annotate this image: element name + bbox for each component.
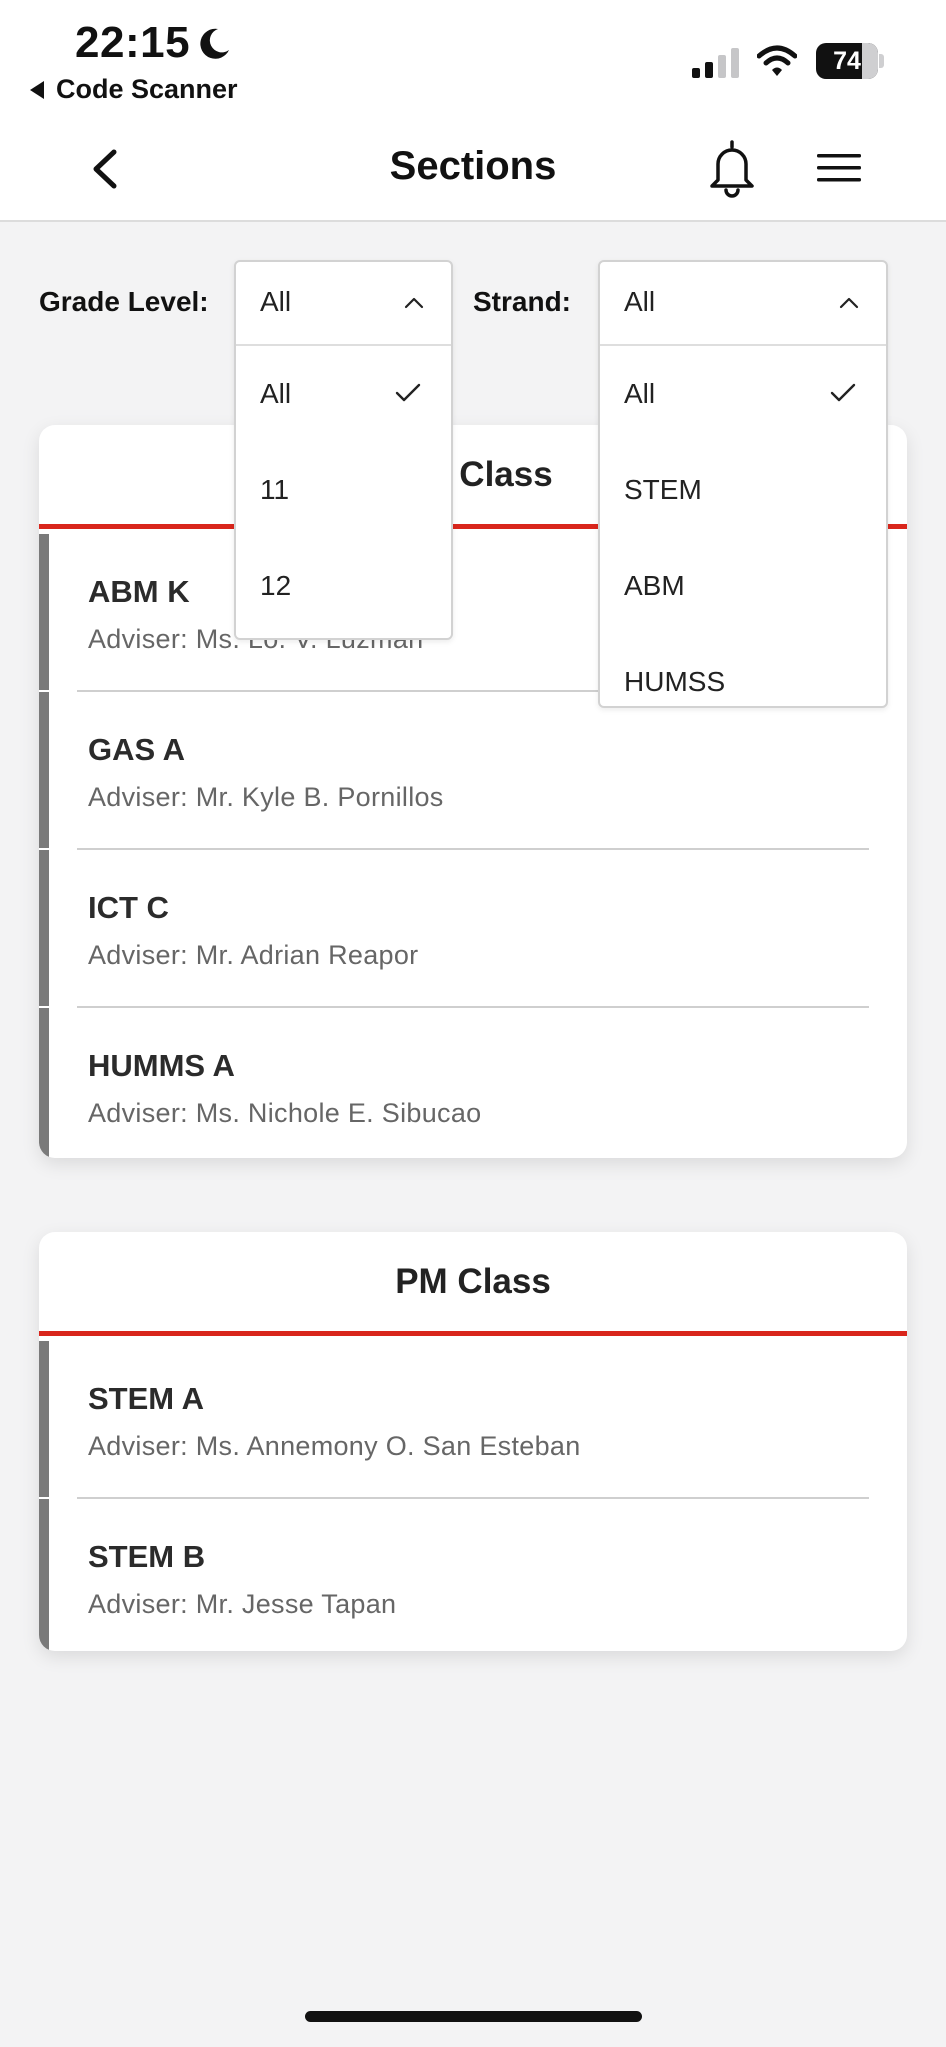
strand-option-abm[interactable]: ABM — [600, 538, 886, 634]
pm-class-card: PM Class STEM A Adviser: Ms. Annemony O.… — [39, 1232, 907, 1651]
section-name: ABM K — [88, 574, 190, 609]
strand-option-humss[interactable]: HUMSS — [600, 634, 886, 706]
status-time: 22:15 — [75, 18, 191, 67]
checkmark-icon — [395, 383, 421, 402]
section-adviser: Adviser: Mr. Jesse Tapan — [88, 1589, 397, 1619]
strand-select[interactable]: All — [600, 262, 886, 346]
section-adviser: Adviser: Ms. Nichole E. Sibucao — [88, 1098, 482, 1128]
strand-option-stem[interactable]: STEM — [600, 442, 886, 538]
pm-class-title: PM Class — [395, 1262, 551, 1301]
section-row-humms-a[interactable]: HUMMS A Adviser: Ms. Nichole E. Sibucao — [39, 1008, 907, 1158]
section-adviser: Adviser: Mr. Adrian Reapor — [88, 940, 419, 970]
section-row-gas-a[interactable]: GAS A Adviser: Mr. Kyle B. Pornillos — [39, 692, 907, 850]
checkmark-icon — [830, 383, 856, 402]
grade-level-label: Grade Level: — [39, 286, 209, 317]
section-name: STEM A — [88, 1381, 204, 1416]
section-name: GAS A — [88, 732, 186, 767]
hamburger-menu-icon[interactable] — [815, 148, 863, 188]
grade-option-11[interactable]: 11 — [236, 442, 451, 538]
nav-bar: Sections — [0, 120, 946, 222]
grade-level-select[interactable]: All — [236, 262, 451, 346]
section-row-stem-b[interactable]: STEM B Adviser: Mr. Jesse Tapan — [39, 1499, 907, 1651]
grade-option-all[interactable]: All — [236, 346, 451, 442]
cellular-signal-icon — [692, 48, 739, 78]
section-row-ict-c[interactable]: ICT C Adviser: Mr. Adrian Reapor — [39, 850, 907, 1008]
battery-icon: 74 — [816, 43, 884, 79]
section-name: ICT C — [88, 890, 169, 925]
back-chevron-icon[interactable] — [82, 144, 132, 194]
grade-level-dropdown[interactable]: All All 11 12 — [234, 260, 453, 640]
battery-level: 74 — [833, 47, 861, 75]
pm-class-header: PM Class — [39, 1232, 907, 1336]
strand-option-all[interactable]: All — [600, 346, 886, 442]
back-to-app-link[interactable]: Code Scanner — [30, 74, 238, 105]
home-indicator[interactable] — [305, 2011, 642, 2022]
moon-icon — [200, 28, 229, 59]
strand-label: Strand: — [473, 286, 571, 317]
chevron-up-icon — [839, 297, 859, 309]
section-name: HUMMS A — [88, 1048, 235, 1083]
section-adviser: Adviser: Ms. Annemony O. San Esteban — [88, 1431, 581, 1461]
bell-icon[interactable] — [706, 138, 758, 198]
grade-option-12[interactable]: 12 — [236, 538, 451, 634]
section-adviser: Adviser: Mr. Kyle B. Pornillos — [88, 782, 444, 812]
strand-selected: All — [624, 286, 656, 317]
chevron-up-icon — [404, 297, 424, 309]
wifi-icon — [757, 45, 797, 76]
status-bar: 22:15 Code Scanner 74 — [0, 0, 946, 120]
strand-dropdown[interactable]: All All STEM ABM HUMSS — [598, 260, 888, 708]
back-triangle-icon — [30, 80, 44, 99]
page-title-wrap: Sections — [0, 144, 946, 189]
section-name: STEM B — [88, 1539, 206, 1574]
section-row-stem-a[interactable]: STEM A Adviser: Ms. Annemony O. San Este… — [39, 1341, 907, 1499]
back-app-label: Code Scanner — [56, 74, 238, 104]
grade-level-selected: All — [260, 286, 292, 317]
page-title: Sections — [389, 144, 557, 188]
